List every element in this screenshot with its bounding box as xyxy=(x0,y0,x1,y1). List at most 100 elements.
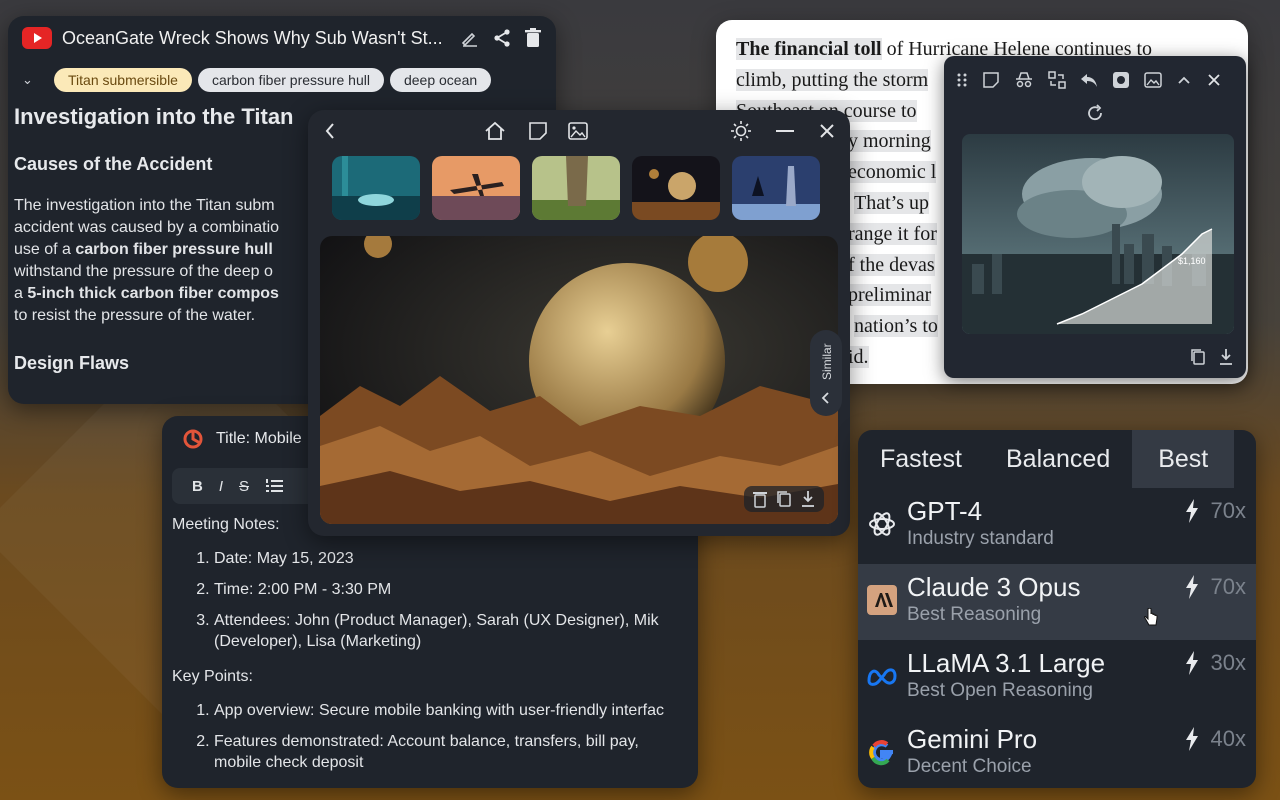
thumbnail-strip xyxy=(308,152,850,220)
tab-balanced[interactable]: Balanced xyxy=(984,430,1132,488)
text-line: accident was caused by a combinatio xyxy=(14,219,280,236)
model-option-gemini[interactable]: Gemini Pro Decent Choice 40x xyxy=(858,716,1256,788)
home-icon[interactable] xyxy=(484,120,506,142)
close-icon[interactable] xyxy=(1206,72,1222,88)
model-selector-panel: Fastest Balanced Best GPT-4 Industry sta… xyxy=(858,430,1256,788)
text-line: nation’s to xyxy=(854,315,938,338)
camera-icon[interactable] xyxy=(1112,71,1130,89)
text-line: That’s up xyxy=(854,191,929,214)
refresh-icon[interactable] xyxy=(1086,104,1104,128)
text-line: a xyxy=(14,285,28,302)
bold-text: The financial toll xyxy=(736,38,882,60)
incognito-icon[interactable] xyxy=(1014,71,1034,89)
speed-value: 70x xyxy=(1210,574,1246,599)
lightning-icon xyxy=(1185,651,1199,675)
share-icon[interactable] xyxy=(492,28,512,48)
model-description: Best Reasoning xyxy=(907,604,1042,625)
brightness-icon[interactable] xyxy=(730,120,752,142)
copy-icon[interactable] xyxy=(1190,348,1206,366)
text-line: climb, putting the storm xyxy=(736,68,929,91)
text-line: f the devas xyxy=(848,253,935,276)
planets-thumb[interactable] xyxy=(632,156,720,220)
chevron-up-icon[interactable] xyxy=(1176,72,1192,88)
model-name: LLaMA 3.1 Large xyxy=(907,648,1106,678)
youtube-icon xyxy=(22,27,52,49)
numbered-list-icon[interactable] xyxy=(265,478,284,494)
text-line: y morning xyxy=(848,130,931,153)
text-line: Features demonstrated: Account balance, … xyxy=(214,733,639,750)
image-popup-panel: $1,160 xyxy=(944,56,1246,378)
viewer-toolbar xyxy=(308,110,850,152)
drag-handle-icon[interactable] xyxy=(956,72,968,88)
main-generated-image xyxy=(320,236,838,524)
article-header: OceanGate Wreck Shows Why Sub Wasn't St.… xyxy=(8,16,556,60)
chevron-down-icon[interactable]: ⌄ xyxy=(22,72,48,88)
key-points-list: App overview: Secure mobile banking with… xyxy=(172,700,688,773)
hand-cursor-icon xyxy=(1144,608,1158,628)
article-title: OceanGate Wreck Shows Why Sub Wasn't St.… xyxy=(62,27,443,48)
image-viewer-panel: Similar xyxy=(308,110,850,536)
model-description: Decent Choice xyxy=(907,756,1032,777)
model-description: Best Open Reasoning xyxy=(907,680,1093,701)
model-option-llama[interactable]: LLaMA 3.1 Large Best Open Reasoning 30x xyxy=(858,640,1256,716)
tag-chip[interactable]: carbon fiber pressure hull xyxy=(197,68,384,92)
model-description: Industry standard xyxy=(907,528,1054,549)
list-item: Attendees: John (Product Manager), Sarah… xyxy=(214,610,688,652)
tag-chip[interactable]: Titan submersible xyxy=(54,68,192,92)
model-name: Gemini Pro xyxy=(907,724,1038,754)
text-line: economic l xyxy=(848,161,937,184)
speed-value: 30x xyxy=(1210,650,1246,675)
list-item: Date: May 15, 2023 xyxy=(214,548,688,569)
tag-chip[interactable]: deep ocean xyxy=(389,68,492,92)
text-line: mobile check deposit xyxy=(214,754,364,771)
chart-value-label: $1,160 xyxy=(1178,256,1206,266)
model-tabs: Fastest Balanced Best xyxy=(858,430,1256,488)
model-option-claude[interactable]: Claude 3 Opus Best Reasoning 70x xyxy=(858,564,1256,640)
notes-list: Date: May 15, 2023 Time: 2:00 PM - 3:30 … xyxy=(172,548,688,652)
reply-icon[interactable] xyxy=(1080,72,1098,88)
text-line: id. xyxy=(848,345,869,368)
speed-value: 40x xyxy=(1210,726,1246,751)
image-icon[interactable] xyxy=(568,121,588,141)
similar-label: Similar xyxy=(820,343,834,380)
google-icon xyxy=(866,736,898,768)
model-option-gpt4[interactable]: GPT-4 Industry standard 70x xyxy=(858,488,1256,564)
back-icon[interactable] xyxy=(324,122,336,140)
lightning-icon xyxy=(1185,727,1199,751)
list-item: Features demonstrated: Account balance, … xyxy=(214,731,688,773)
similar-tab[interactable]: Similar xyxy=(810,330,842,416)
text-line: (Developer), Lisa (Marketing) xyxy=(214,633,422,650)
text-line: Attendees: John (Product Manager), Sarah… xyxy=(214,612,659,629)
list-item: App overview: Secure mobile banking with… xyxy=(214,700,688,721)
download-icon[interactable] xyxy=(800,490,816,508)
strikethrough-button[interactable]: S xyxy=(239,478,249,495)
note-icon[interactable] xyxy=(528,121,548,141)
meta-icon xyxy=(866,660,898,692)
minimize-icon[interactable] xyxy=(776,130,794,134)
text-line: use of a xyxy=(14,241,76,258)
tree-thumb[interactable] xyxy=(532,156,620,220)
lightning-icon xyxy=(1185,575,1199,599)
underwater-thumb[interactable] xyxy=(332,156,420,220)
plane-thumb[interactable] xyxy=(432,156,520,220)
text-line: range it for xyxy=(848,222,937,245)
italic-button[interactable]: I xyxy=(219,478,223,495)
close-icon[interactable] xyxy=(819,123,835,139)
wizard-thumb[interactable] xyxy=(732,156,820,220)
openai-icon xyxy=(866,508,898,540)
edit-icon[interactable] xyxy=(460,28,480,48)
image-icon[interactable] xyxy=(1144,71,1162,89)
swap-icon[interactable] xyxy=(1048,71,1066,89)
tab-best[interactable]: Best xyxy=(1132,430,1235,488)
note-icon[interactable] xyxy=(982,71,1000,89)
trash-icon[interactable] xyxy=(752,490,768,508)
text-line: preliminar xyxy=(848,284,932,307)
download-icon[interactable] xyxy=(1218,348,1234,366)
copy-icon[interactable] xyxy=(776,490,792,508)
text-line: The investigation into the Titan subm xyxy=(14,197,275,214)
app-logo-icon xyxy=(182,428,204,450)
trash-icon[interactable] xyxy=(524,28,542,48)
tab-fastest[interactable]: Fastest xyxy=(858,430,984,488)
bold-button[interactable]: B xyxy=(192,478,203,495)
list-item: Time: 2:00 PM - 3:30 PM xyxy=(214,579,688,600)
